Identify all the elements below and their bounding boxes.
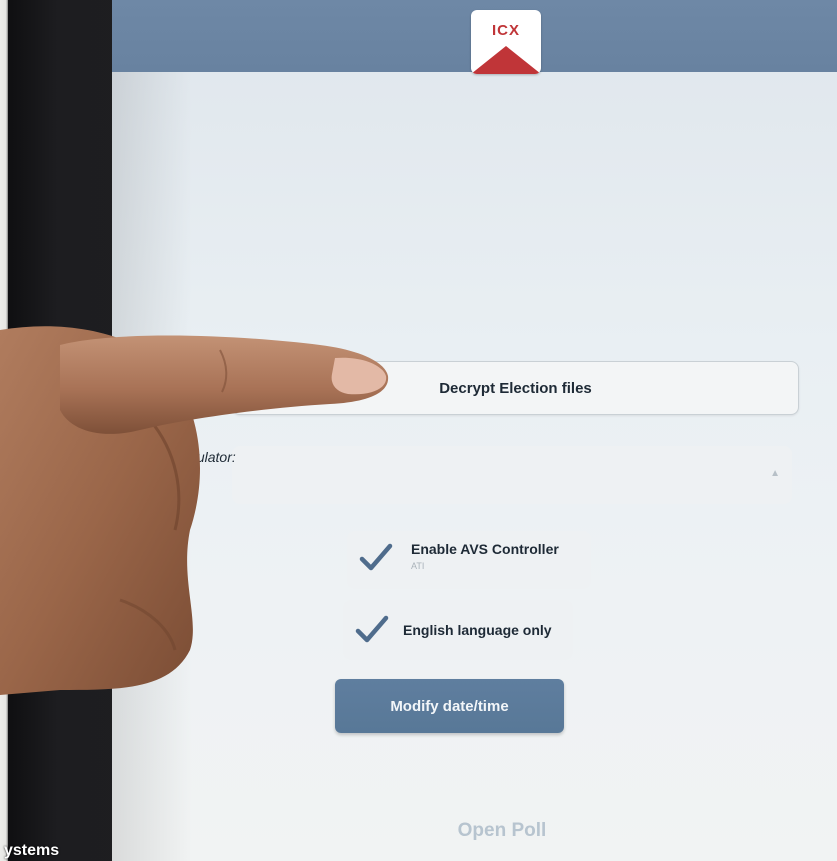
- icx-logo: ICX: [471, 10, 541, 74]
- photo-stage: ICX Decrypt Election files ▲ Tabulator: …: [0, 0, 837, 861]
- enable-avs-controller-checkbox[interactable]: Enable AVS Controller ATI: [347, 531, 591, 589]
- envelope-flap: [471, 46, 541, 74]
- checkmark-icon: [359, 543, 393, 571]
- logo-text: ICX: [491, 22, 520, 39]
- tablet-screen: ICX Decrypt Election files ▲ Tabulator: …: [112, 0, 837, 861]
- envelope-icon: [471, 10, 541, 74]
- checkmark-icon: [355, 615, 389, 643]
- tabulator-label: Tabulator:: [174, 449, 236, 465]
- avs-label: Enable AVS Controller: [411, 541, 559, 557]
- decrypt-election-files-button[interactable]: Decrypt Election files: [232, 361, 799, 415]
- modify-date-time-button[interactable]: Modify date/time: [335, 679, 564, 733]
- decrypt-button-label: Decrypt Election files: [439, 379, 592, 397]
- chevron-down-icon: ▲: [770, 468, 780, 479]
- open-poll-button[interactable]: Open Poll: [222, 800, 782, 861]
- tabulator-field[interactable]: ▲: [232, 446, 792, 504]
- avs-sublabel: ATI: [411, 561, 425, 571]
- watermark-text: ystems: [4, 842, 60, 859]
- english-label: English language only: [403, 622, 552, 638]
- open-poll-label: Open Poll: [457, 819, 547, 841]
- modify-button-label: Modify date/time: [390, 697, 509, 715]
- english-language-only-checkbox[interactable]: English language only: [343, 600, 573, 660]
